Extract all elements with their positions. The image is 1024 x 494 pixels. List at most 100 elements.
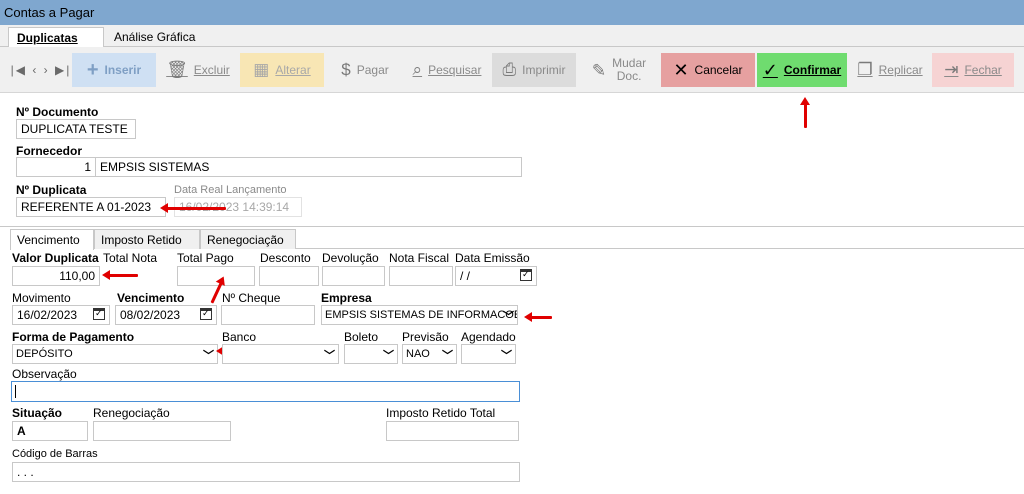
cheque-field[interactable]: [221, 305, 315, 325]
previsao-label: Previsão: [402, 330, 449, 344]
chevron-down-icon: ﹀: [324, 350, 335, 362]
sub-tabs: Vencimento Imposto Retido Renegociação: [10, 229, 1024, 250]
previsao-select[interactable]: NAO ﹀: [402, 344, 457, 364]
nota-fiscal-label: Nota Fiscal: [389, 251, 450, 265]
boleto-label: Boleto: [344, 330, 379, 344]
fornecedor-name-field[interactable]: EMPSIS SISTEMAS: [95, 157, 522, 177]
empresa-select[interactable]: EMPSIS SISTEMAS DE INFORMACOES LTDA﹀: [321, 305, 518, 325]
trash-icon: 🗑: [166, 60, 188, 79]
imposto-retido-total-field[interactable]: [386, 421, 519, 441]
boleto-select[interactable]: ﹀: [344, 344, 398, 364]
valor-duplicata-field[interactable]: 110,00: [12, 266, 100, 286]
nota-fiscal-field[interactable]: [389, 266, 453, 286]
fornecedor-label: Fornecedor: [16, 144, 83, 158]
observacao-label: Observação: [12, 367, 77, 381]
fornecedor-code-field[interactable]: 1: [16, 157, 96, 177]
documento-label: Nº Documento: [16, 105, 99, 119]
observacao-field[interactable]: [11, 381, 520, 402]
agendado-select[interactable]: ﹀: [461, 344, 516, 364]
check-icon: ✓: [762, 59, 778, 80]
inserir-label: Inserir: [104, 63, 142, 77]
movimento-value: 16/02/2023: [17, 308, 78, 322]
renegociacao-label: Renegociação: [93, 406, 170, 420]
pagar-label: Pagar: [356, 63, 389, 77]
text-caret: [15, 385, 16, 398]
vencimento-field[interactable]: 08/02/2023: [115, 305, 217, 325]
data-emissao-field[interactable]: / /: [455, 266, 537, 286]
excluir-button[interactable]: 🗑 Excluir: [160, 53, 236, 87]
dollar-icon: $: [341, 60, 351, 79]
vencimento-label: Vencimento: [117, 291, 185, 305]
chevron-down-icon: ﹀: [203, 350, 214, 362]
exit-icon: ⇥: [944, 60, 959, 79]
calendar-icon[interactable]: [93, 308, 105, 320]
forma-pagamento-value: DEPÓSITO: [16, 348, 73, 360]
section-divider: [0, 226, 1024, 227]
documento-field[interactable]: DUPLICATA TESTE: [16, 119, 136, 139]
mudar-label-line2: Doc.: [616, 69, 642, 83]
tab-imposto-retido[interactable]: Imposto Retido: [94, 229, 200, 249]
desconto-label: Desconto: [260, 251, 311, 265]
mudar-doc-button[interactable]: ✎ Mudar Doc.: [582, 53, 656, 87]
annotation-arrow: [524, 312, 552, 322]
record-navigation[interactable]: |◀ ‹ › ▶|: [10, 53, 72, 87]
annotation-arrow: [102, 270, 138, 280]
fechar-label: Fechar: [964, 63, 1002, 77]
empresa-value: EMPSIS SISTEMAS DE INFORMACOES LTDA: [325, 309, 517, 321]
excluir-label: Excluir: [193, 63, 230, 77]
movimento-field[interactable]: 16/02/2023: [12, 305, 110, 325]
alterar-button[interactable]: ▦ Alterar: [240, 53, 324, 87]
imprimir-label: Imprimir: [522, 63, 566, 77]
desconto-field[interactable]: [259, 266, 319, 286]
forma-pagamento-select[interactable]: DEPÓSITO ﹀: [12, 344, 218, 364]
valor-duplicata-label: Valor Duplicata: [12, 251, 99, 265]
tab-vencimento[interactable]: Vencimento: [10, 229, 94, 250]
total-pago-field[interactable]: [177, 266, 255, 286]
banco-select[interactable]: ﹀: [222, 344, 339, 364]
toolbar: |◀ ‹ › ▶| + Inserir 🗑 Excluir ▦ Alterar $ Pa…: [0, 47, 1024, 93]
devolucao-field[interactable]: [322, 266, 385, 286]
situacao-field[interactable]: A: [12, 421, 88, 441]
edit-grid-icon: ▦: [253, 60, 270, 79]
chevron-down-icon: ﹀: [383, 350, 394, 362]
previsao-value: NAO: [406, 348, 430, 360]
codigo-barras-label: Código de Barras: [12, 448, 98, 460]
calendar-icon[interactable]: [200, 308, 212, 320]
agendado-label: Agendado: [461, 330, 516, 344]
imprimir-button[interactable]: ⎙ Imprimir: [492, 53, 576, 87]
alterar-label: Alterar: [275, 63, 311, 77]
printer-icon: ⎙: [502, 60, 517, 79]
confirmar-button[interactable]: ✓ Confirmar: [757, 53, 847, 87]
plus-icon: +: [86, 58, 99, 81]
confirmar-label: Confirmar: [783, 63, 842, 77]
pesquisar-button[interactable]: ⌕ Pesquisar: [404, 53, 490, 87]
main-tabs: Duplicatas Análise Gráfica: [0, 25, 1024, 48]
forma-pagamento-label: Forma de Pagamento: [12, 330, 135, 344]
tab-analise-grafica[interactable]: Análise Gráfica: [106, 27, 210, 47]
cancelar-button[interactable]: ✕ Cancelar: [661, 53, 755, 87]
banco-label: Banco: [222, 330, 257, 344]
situacao-label: Situação: [12, 406, 63, 420]
duplicata-field[interactable]: REFERENTE A 01-2023: [16, 197, 166, 217]
pesquisar-label: Pesquisar: [428, 63, 482, 77]
copy-icon: ❐: [857, 60, 873, 79]
chevron-down-icon: ﹀: [442, 350, 453, 362]
annotation-arrow: [800, 97, 810, 128]
inserir-button[interactable]: + Inserir: [72, 53, 156, 87]
data-emissao-value: / /: [460, 269, 471, 283]
replicar-label: Replicar: [878, 63, 923, 77]
search-icon: ⌕: [412, 60, 423, 79]
tab-duplicatas[interactable]: Duplicatas: [8, 27, 104, 48]
window-title: Contas a Pagar: [0, 0, 1024, 25]
tab-renegociacao[interactable]: Renegociação: [200, 229, 296, 249]
duplicata-label: Nº Duplicata: [16, 183, 87, 197]
replicar-button[interactable]: ❐ Replicar: [851, 53, 929, 87]
cancelar-label: Cancelar: [694, 63, 743, 77]
fechar-button[interactable]: ⇥ Fechar: [932, 53, 1014, 87]
pagar-button[interactable]: $ Pagar: [330, 53, 400, 87]
close-icon: ✕: [673, 59, 689, 80]
annotation-arrow: [160, 203, 226, 213]
renegociacao-field[interactable]: [93, 421, 231, 441]
codigo-barras-field[interactable]: . . .: [12, 462, 520, 482]
calendar-icon[interactable]: [520, 269, 532, 281]
